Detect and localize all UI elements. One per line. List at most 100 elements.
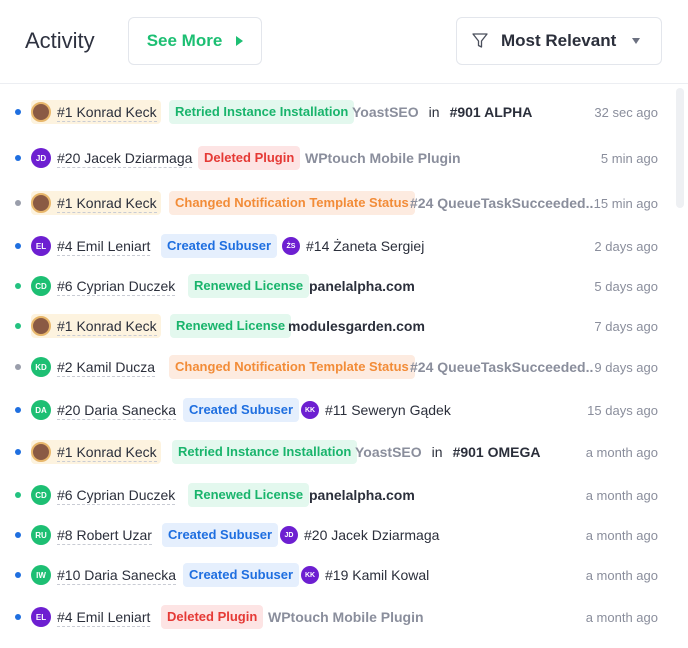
action-badge: Retried Instance Installation bbox=[169, 100, 355, 124]
play-icon bbox=[236, 36, 244, 46]
avatar: JD bbox=[31, 148, 51, 168]
user-chip[interactable]: RU #8 Robert Uzar bbox=[31, 523, 156, 547]
target-link[interactable]: WPtouch Mobile Plugin bbox=[268, 609, 424, 625]
user-link[interactable]: #10 Daria Sanecka bbox=[57, 566, 177, 585]
action-badge: Renewed License bbox=[170, 314, 292, 338]
status-dot bbox=[15, 407, 21, 413]
timestamp: 32 sec ago bbox=[594, 104, 658, 120]
avatar: EL bbox=[31, 236, 51, 256]
target-link[interactable]: panelalpha.com bbox=[309, 278, 415, 294]
status-dot bbox=[15, 243, 21, 249]
target-user-link[interactable]: #19 Kamil Kowal bbox=[325, 567, 429, 583]
user-link[interactable]: #1 Konrad Keck bbox=[57, 194, 157, 213]
action-badge: Created Subuser bbox=[183, 398, 300, 422]
avatar: JD bbox=[280, 526, 298, 544]
target-user-link[interactable]: #11 Seweryn Gądek bbox=[325, 402, 451, 418]
avatar bbox=[31, 193, 51, 213]
action-badge: Created Subuser bbox=[162, 523, 279, 547]
avatar: CD bbox=[31, 276, 51, 296]
avatar: DA bbox=[31, 400, 51, 420]
user-link[interactable]: #6 Cyprian Duczek bbox=[57, 277, 176, 296]
instance-link[interactable]: #901 ALPHA bbox=[450, 104, 533, 120]
activity-row: EL #4 Emil Leniart Deleted Plugin WPtouch M… bbox=[0, 597, 672, 637]
activity-list: #1 Konrad Keck Retried Instance Installat… bbox=[0, 84, 672, 648]
in-label: in bbox=[431, 444, 443, 460]
activity-row: #1 Konrad Keck Renewed License modulesgard… bbox=[0, 306, 672, 346]
activity-target: JD #20 Jacek Dziarmaga bbox=[280, 526, 439, 544]
target-link[interactable]: #24 QueueTaskSucceeded.. bbox=[410, 359, 593, 375]
user-link[interactable]: #20 Jacek Dziarmaga bbox=[57, 149, 193, 168]
user-chip[interactable]: KD #2 Kamil Ducza bbox=[31, 355, 159, 379]
scrollbar[interactable] bbox=[676, 88, 684, 208]
activity-target: #24 QueueTaskSucceeded.. bbox=[410, 359, 593, 375]
action-badge: Changed Notification Template Status bbox=[169, 355, 415, 379]
timestamp: 15 days ago bbox=[587, 402, 658, 418]
action-badge: Deleted Plugin bbox=[198, 146, 301, 170]
status-dot bbox=[15, 614, 21, 620]
user-link[interactable]: #4 Emil Leniart bbox=[57, 237, 151, 256]
user-link[interactable]: #20 Daria Sanecka bbox=[57, 401, 177, 420]
avatar: IW bbox=[31, 565, 51, 585]
activity-row: CD #6 Cyprian Duczek Renewed License panela… bbox=[0, 266, 672, 306]
timestamp: 7 days ago bbox=[594, 318, 658, 334]
timestamp: 9 days ago bbox=[594, 359, 658, 375]
target-user-link[interactable]: #14 Żaneta Sergiej bbox=[306, 238, 424, 254]
action-badge: Renewed License bbox=[188, 274, 310, 298]
activity-row: #1 Konrad Keck Changed Notification Templ… bbox=[0, 183, 672, 223]
target-user-link[interactable]: #20 Jacek Dziarmaga bbox=[304, 527, 439, 543]
user-chip[interactable]: IW #10 Daria Sanecka bbox=[31, 563, 180, 587]
user-link[interactable]: #6 Cyprian Duczek bbox=[57, 486, 176, 505]
target-link[interactable]: WPtouch Mobile Plugin bbox=[305, 150, 461, 166]
user-link[interactable]: #1 Konrad Keck bbox=[57, 443, 157, 462]
activity-target: panelalpha.com bbox=[309, 278, 415, 294]
activity-target: ŻS #14 Żaneta Sergiej bbox=[282, 237, 424, 255]
activity-row: #1 Konrad Keck Retried Instance Installat… bbox=[0, 92, 672, 132]
avatar: CD bbox=[31, 485, 51, 505]
timestamp: 5 days ago bbox=[594, 278, 658, 294]
status-dot bbox=[15, 364, 21, 370]
user-chip[interactable]: #1 Konrad Keck bbox=[31, 440, 161, 464]
filter-icon bbox=[472, 33, 488, 48]
user-chip[interactable]: JD #20 Jacek Dziarmaga bbox=[31, 146, 196, 170]
user-chip[interactable]: #1 Konrad Keck bbox=[31, 100, 161, 124]
avatar: KD bbox=[31, 357, 51, 377]
activity-row: EL #4 Emil Leniart Created Subuser ŻS #14 Ża… bbox=[0, 226, 672, 266]
user-chip[interactable]: EL #4 Emil Leniart bbox=[31, 605, 154, 629]
user-link[interactable]: #1 Konrad Keck bbox=[57, 103, 157, 122]
sort-filter-dropdown[interactable]: Most Relevant bbox=[456, 17, 662, 65]
user-link[interactable]: #8 Robert Uzar bbox=[57, 526, 152, 545]
user-link[interactable]: #1 Konrad Keck bbox=[57, 317, 157, 336]
see-more-label: See More bbox=[146, 31, 223, 50]
status-dot bbox=[15, 200, 21, 206]
status-dot bbox=[15, 283, 21, 289]
target-link[interactable]: YoastSEO bbox=[352, 104, 419, 120]
user-chip[interactable]: #1 Konrad Keck bbox=[31, 191, 161, 215]
activity-target: KK #19 Kamil Kowal bbox=[301, 566, 429, 584]
user-link[interactable]: #4 Emil Leniart bbox=[57, 608, 151, 627]
user-chip[interactable]: DA #20 Daria Sanecka bbox=[31, 398, 180, 422]
action-badge: Renewed License bbox=[188, 483, 310, 507]
avatar: ŻS bbox=[282, 237, 300, 255]
instance-link[interactable]: #901 OMEGA bbox=[453, 444, 541, 460]
target-link[interactable]: modulesgarden.com bbox=[288, 318, 425, 334]
user-chip[interactable]: #1 Konrad Keck bbox=[31, 314, 161, 338]
user-chip[interactable]: EL #4 Emil Leniart bbox=[31, 234, 154, 258]
user-chip[interactable]: CD #6 Cyprian Duczek bbox=[31, 483, 179, 507]
activity-row: #1 Konrad Keck Retried Instance Installat… bbox=[0, 432, 672, 472]
avatar bbox=[31, 102, 51, 122]
target-link[interactable]: panelalpha.com bbox=[309, 487, 415, 503]
activity-target: KK #11 Seweryn Gądek bbox=[301, 401, 451, 419]
activity-target: panelalpha.com bbox=[309, 487, 415, 503]
activity-row: RU #8 Robert Uzar Created Subuser JD #20 Jac… bbox=[0, 515, 672, 555]
target-link[interactable]: YoastSEO bbox=[355, 444, 422, 460]
user-link[interactable]: #2 Kamil Ducza bbox=[57, 358, 156, 377]
user-chip[interactable]: CD #6 Cyprian Duczek bbox=[31, 274, 179, 298]
timestamp: a month ago bbox=[585, 609, 658, 625]
target-link[interactable]: #24 QueueTaskSucceeded.. bbox=[410, 195, 593, 211]
see-more-button[interactable]: See More bbox=[128, 17, 262, 65]
activity-target: #24 QueueTaskSucceeded.. bbox=[410, 195, 593, 211]
page-title: Activity bbox=[25, 28, 95, 53]
timestamp: a month ago bbox=[585, 487, 658, 503]
status-dot bbox=[15, 323, 21, 329]
avatar bbox=[31, 442, 51, 462]
